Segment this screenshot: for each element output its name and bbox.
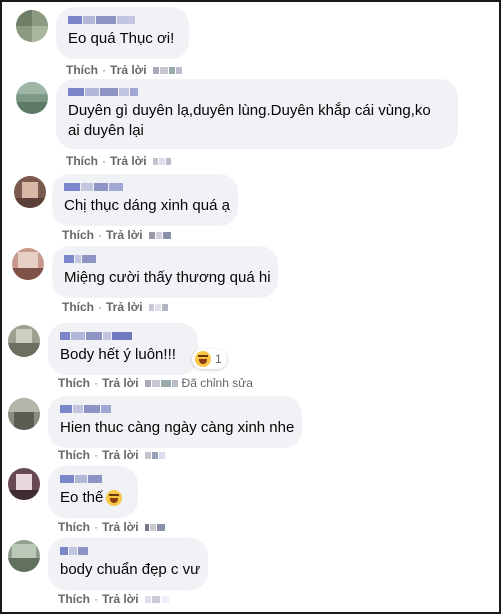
- edited-label: Đã chỉnh sửa: [181, 376, 253, 390]
- laughing-emoji-icon: [106, 490, 123, 507]
- timestamp-blurred[interactable]: [144, 379, 178, 387]
- author-name-blurred[interactable]: [68, 14, 177, 25]
- avatar[interactable]: [8, 325, 40, 357]
- like-link[interactable]: Thích: [66, 154, 98, 168]
- reply-link[interactable]: Trả lời: [102, 520, 139, 534]
- comment-bubble: Miệng cười thấy thương quá hi: [52, 246, 278, 298]
- author-name-blurred[interactable]: [64, 253, 266, 264]
- author-name-blurred[interactable]: [60, 473, 126, 484]
- reply-link[interactable]: Trả lời: [110, 63, 147, 77]
- reaction-badge[interactable]: 1: [192, 349, 227, 369]
- avatar[interactable]: [12, 248, 44, 280]
- laughing-emoji-icon: [195, 351, 211, 367]
- avatar[interactable]: [14, 176, 46, 208]
- avatar[interactable]: [8, 540, 40, 572]
- reply-link[interactable]: Trả lời: [102, 448, 139, 462]
- comment-text: Duyên gì duyên lạ,duyên lùng.Duyên khắp …: [68, 102, 431, 139]
- reply-link[interactable]: Trả lời: [102, 592, 139, 606]
- author-name-blurred[interactable]: [60, 403, 290, 414]
- like-link[interactable]: Thích: [62, 228, 94, 242]
- comment-actions: Thích · Trả lời: [66, 63, 182, 77]
- comment-actions: Thích · Trả lời: [62, 228, 171, 242]
- reply-link[interactable]: Trả lời: [106, 300, 143, 314]
- reaction-count: 1: [215, 352, 222, 366]
- reply-link[interactable]: Trả lời: [110, 154, 147, 168]
- comment-text: Eo quá Thục ơi!: [68, 30, 175, 47]
- comment-text: Eo thế: [60, 488, 126, 508]
- comment-bubble: Eo quá Thục ơi!: [56, 7, 189, 59]
- author-name-blurred[interactable]: [60, 545, 196, 556]
- reply-link[interactable]: Trả lời: [102, 376, 139, 390]
- avatar[interactable]: [16, 10, 48, 42]
- avatar[interactable]: [8, 398, 40, 430]
- comment-actions: Thích · Trả lời: [58, 592, 169, 606]
- timestamp-blurred[interactable]: [152, 66, 182, 74]
- like-link[interactable]: Thích: [62, 300, 94, 314]
- comment-text: Miệng cười thấy thương quá hi: [64, 269, 271, 286]
- comment-bubble: Hien thuc càng ngày càng xinh nhe: [48, 396, 302, 448]
- avatar[interactable]: [8, 468, 40, 500]
- timestamp-blurred[interactable]: [144, 595, 169, 603]
- timestamp-blurred[interactable]: [148, 231, 171, 239]
- author-name-blurred[interactable]: [68, 86, 446, 97]
- like-link[interactable]: Thích: [58, 448, 90, 462]
- comment-actions: Thích · Trả lời: [58, 448, 165, 462]
- comment-bubble: body chuẩn đẹp c vư: [48, 538, 208, 590]
- like-link[interactable]: Thích: [58, 592, 90, 606]
- comment-text: Chị thục dáng xinh quá ạ: [64, 197, 230, 214]
- comment-text: Hien thuc càng ngày càng xinh nhe: [60, 419, 295, 436]
- timestamp-blurred[interactable]: [148, 303, 168, 311]
- comment-actions: Thích · Trả lời Đã chỉnh sửa: [58, 376, 253, 390]
- reply-link[interactable]: Trả lời: [106, 228, 143, 242]
- timestamp-blurred[interactable]: [144, 451, 165, 459]
- comment-bubble: Chị thục dáng xinh quá ạ: [52, 174, 238, 226]
- comments-panel: Eo quá Thục ơi! Thích · Trả lời Duyên gì…: [0, 0, 501, 614]
- author-name-blurred[interactable]: [64, 181, 226, 192]
- comment-bubble: Eo thế: [48, 466, 138, 518]
- comment-text: Body hết ý luôn!!!: [60, 346, 176, 363]
- comment-bubble: Duyên gì duyên lạ,duyên lùng.Duyên khắp …: [56, 79, 458, 149]
- comment-actions: Thích · Trả lời: [62, 300, 168, 314]
- timestamp-blurred[interactable]: [144, 523, 165, 531]
- comment-text: body chuẩn đẹp c vư: [60, 561, 201, 578]
- like-link[interactable]: Thích: [58, 376, 90, 390]
- comment-actions: Thích · Trả lời: [58, 520, 165, 534]
- avatar[interactable]: [16, 82, 48, 114]
- author-name-blurred[interactable]: [60, 330, 186, 341]
- comment-actions: Thích · Trả lời: [66, 154, 171, 168]
- like-link[interactable]: Thích: [66, 63, 98, 77]
- timestamp-blurred[interactable]: [152, 157, 171, 165]
- comment-bubble: Body hết ý luôn!!!: [48, 323, 198, 375]
- like-link[interactable]: Thích: [58, 520, 90, 534]
